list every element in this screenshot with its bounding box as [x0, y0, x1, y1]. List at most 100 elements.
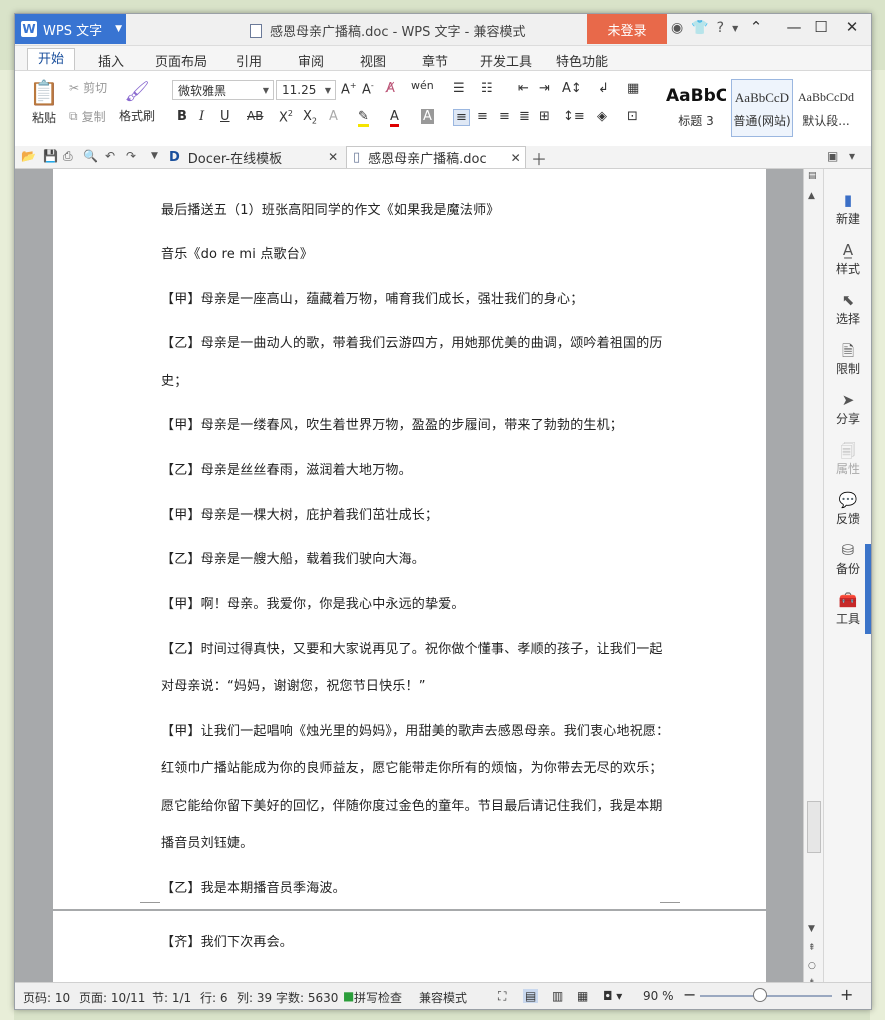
document-text-line[interactable]: 史；: [161, 370, 187, 389]
table-icon[interactable]: ▦: [627, 81, 639, 96]
style-default-paragraph[interactable]: AaBbCcDd 默认段...: [795, 79, 857, 137]
subscript-icon[interactable]: X2: [303, 109, 317, 126]
font-name-select[interactable]: 微软雅黑 ▼: [172, 80, 274, 100]
task-restrict[interactable]: 🗎 限制: [824, 341, 871, 377]
app-menu-button[interactable]: W WPS 文字 ▼: [15, 14, 126, 44]
scroll-thumb[interactable]: [807, 801, 821, 853]
task-share[interactable]: ➤ 分享: [824, 391, 871, 427]
tab-menu-icon[interactable]: ▾: [849, 149, 855, 163]
document-text-line[interactable]: 最后播送五（1）班张高阳同学的作文《如果我是魔法师》: [161, 199, 499, 218]
style-heading3[interactable]: AaBbC 标题 3: [665, 79, 727, 137]
doc-tab-docer[interactable]: D Docer-在线模板 ✕: [169, 146, 343, 168]
status-pages[interactable]: 页面: 10/11: [79, 989, 145, 1006]
style-normal-web[interactable]: AaBbCcD 普通(网站): [731, 79, 793, 137]
document-text-line[interactable]: 【齐】我们下次再会。: [161, 931, 293, 950]
tab-home[interactable]: 开始: [27, 48, 76, 71]
tab-insert[interactable]: 插入: [98, 51, 124, 70]
format-painter-button[interactable]: 🖌 格式刷: [119, 79, 155, 124]
zoom-value[interactable]: 90 %: [643, 989, 674, 1003]
zoom-out-icon[interactable]: −: [683, 985, 696, 1004]
tab-list-icon[interactable]: ▣: [827, 149, 838, 163]
status-word-count[interactable]: 字数: 5630: [276, 989, 338, 1006]
close-icon[interactable]: ✕: [841, 18, 863, 36]
justify-icon[interactable]: ≣: [519, 109, 530, 124]
document-text-line[interactable]: 【甲】母亲是一缕春风，吹生着世界万物，盈盈的步履间，带来了勃勃的生机；: [161, 414, 623, 433]
numbered-list-icon[interactable]: ☷: [481, 81, 493, 96]
document-page[interactable]: 最后播送五（1）班张高阳同学的作文《如果我是魔法师》 音乐《do re mi 点歌…: [53, 169, 766, 909]
document-text-line[interactable]: 【甲】母亲是一座高山，蕴藏着万物，哺育我们成长，强壮我们的身心；: [161, 288, 583, 307]
open-icon[interactable]: 📂: [21, 149, 36, 163]
line-spacing-icon[interactable]: ↕≡: [563, 109, 585, 124]
tab-review[interactable]: 审阅: [298, 51, 324, 70]
task-feedback[interactable]: 💬 反馈: [824, 491, 871, 527]
redo-icon[interactable]: ↷: [126, 149, 136, 163]
borders-icon[interactable]: ⊡: [627, 109, 638, 124]
document-page-next[interactable]: 【齐】我们下次再会。: [53, 911, 766, 982]
page-view-icon[interactable]: ▤: [523, 989, 539, 1003]
undo-icon[interactable]: ↶: [105, 149, 115, 163]
reading-mode-icon[interactable]: ◘ ▾: [603, 989, 622, 1003]
document-text-line[interactable]: 播音员刘钰婕。: [161, 832, 253, 851]
tab-view[interactable]: 视图: [360, 51, 386, 70]
task-styles[interactable]: A̲ 样式: [824, 241, 871, 277]
document-text-line[interactable]: 【乙】母亲是丝丝春雨，滋润着大地万物。: [161, 459, 412, 478]
web-view-icon[interactable]: ▦: [577, 989, 588, 1003]
document-text-line[interactable]: 【乙】时间过得真快，又要和大家说再见了。祝你做个懂事、孝顺的孩子，让我们一起: [161, 638, 663, 657]
align-right-icon[interactable]: ≡: [499, 109, 510, 124]
tab-chapter[interactable]: 章节: [422, 51, 448, 70]
document-text-line[interactable]: 【乙】母亲是一曲动人的歌，带着我们云游四方，用她那优美的曲调，颂吟着祖国的历: [161, 332, 663, 351]
highlight-icon[interactable]: ✎: [358, 109, 369, 127]
help-icon[interactable]: ?: [717, 20, 724, 36]
tab-page-layout[interactable]: 页面布局: [155, 51, 207, 70]
distributed-icon[interactable]: ⊞: [539, 109, 550, 124]
tab-special[interactable]: 特色功能: [556, 51, 608, 70]
zoom-slider-knob[interactable]: [753, 988, 767, 1002]
document-text-line[interactable]: 【乙】母亲是一艘大船，载着我们驶向大海。: [161, 548, 425, 567]
text-effect-icon[interactable]: A: [329, 109, 338, 124]
status-spellcheck[interactable]: 拼写检查: [354, 989, 402, 1006]
show-marks-icon[interactable]: ↲: [598, 81, 609, 96]
vertical-scrollbar[interactable]: ▤ ▲ ▼ ⇞ ○ ⇟: [803, 169, 824, 988]
cut-button[interactable]: ✂ 剪切: [69, 79, 107, 96]
select-browse-icon[interactable]: ○: [808, 961, 816, 971]
scroll-up-icon[interactable]: ▲: [808, 191, 815, 201]
login-button[interactable]: 未登录: [587, 14, 667, 44]
document-text-line[interactable]: 【乙】我是本期播音员季海波。: [161, 877, 346, 896]
document-text-line[interactable]: 【甲】啊！母亲。我爱你，你是我心中永远的挚爱。: [161, 593, 465, 612]
decrease-indent-icon[interactable]: ⇤: [518, 81, 529, 96]
print-preview-icon[interactable]: 🔍: [83, 149, 98, 163]
collapse-ribbon-icon[interactable]: ⌃: [745, 18, 767, 36]
close-icon[interactable]: ✕: [328, 150, 338, 164]
shrink-font-icon[interactable]: A-: [362, 81, 374, 97]
font-size-select[interactable]: 11.25 ▼: [276, 80, 336, 100]
customize-dropdown-icon[interactable]: ▼: [151, 151, 158, 161]
minimize-icon[interactable]: —: [783, 18, 805, 36]
tab-references[interactable]: 引用: [236, 51, 262, 70]
tab-developer[interactable]: 开发工具: [480, 51, 532, 70]
task-new[interactable]: ▮ 新建: [824, 191, 871, 227]
feedback-icon[interactable]: ◉: [671, 20, 683, 36]
status-page-number[interactable]: 页码: 10: [23, 989, 70, 1006]
document-text-line[interactable]: 音乐《do re mi 点歌台》: [161, 243, 313, 262]
prev-page-icon[interactable]: ⇞: [808, 943, 816, 953]
grow-font-icon[interactable]: A+: [341, 81, 357, 97]
document-text-line[interactable]: 【甲】让我们一起唱响《烛光里的妈妈》，用甜美的歌声去感恩母亲。我们衷心地祝愿：: [161, 720, 669, 739]
clear-format-icon[interactable]: A̸: [386, 81, 395, 96]
superscript-icon[interactable]: X2: [279, 109, 293, 125]
maximize-icon[interactable]: ☐: [810, 18, 832, 36]
paste-button[interactable]: 📋 粘贴: [29, 79, 59, 126]
underline-icon[interactable]: U: [220, 109, 230, 124]
copy-button[interactable]: ⧉ 复制: [69, 108, 106, 125]
new-tab-icon[interactable]: ＋: [531, 146, 547, 170]
zoom-in-icon[interactable]: +: [840, 985, 853, 1004]
shading-icon[interactable]: ◈: [597, 109, 607, 124]
close-icon[interactable]: ✕: [511, 151, 521, 165]
font-color-icon[interactable]: A: [390, 109, 399, 127]
doc-tab-current[interactable]: ▯ 感恩母亲广播稿.doc ✕: [346, 146, 526, 168]
increase-indent-icon[interactable]: ⇥: [539, 81, 550, 96]
document-text-line[interactable]: 【甲】母亲是一棵大树，庇护着我们茁壮成长；: [161, 504, 438, 523]
phonetic-icon[interactable]: wén: [411, 79, 434, 92]
document-text-line[interactable]: 红领巾广播站能成为你的良师益友，愿它能带走你所有的烦恼，为你带去无尽的欢乐；: [161, 757, 663, 776]
bullet-list-icon[interactable]: ☰: [453, 81, 465, 96]
scroll-down-icon[interactable]: ▼: [808, 924, 815, 934]
